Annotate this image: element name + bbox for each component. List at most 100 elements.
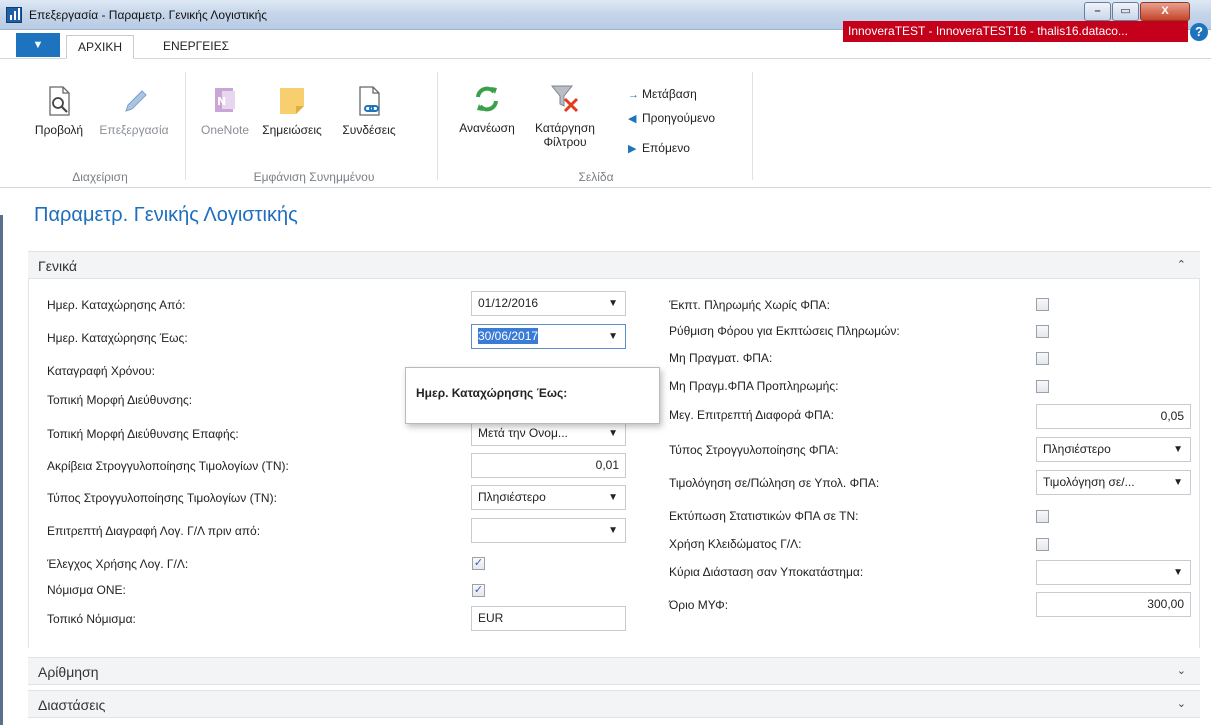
field-value: 0,01 [595,458,619,472]
refresh-button[interactable]: Ανανέωση [451,82,523,135]
onenote-label: OneNote [200,123,250,137]
field-value: Τιμολόγηση σε/... [1043,475,1135,489]
global-dimension-branch-select[interactable]: ▼ [1036,560,1191,585]
dropdown-arrow-icon: ▼ [608,331,618,342]
clear-filter-icon [548,82,582,116]
edit-button[interactable]: Επεξεργασία [96,84,172,137]
clear-filter-label-1: Κατάργηση [535,121,595,135]
next-button[interactable]: ▶ Επόμενο [628,141,690,155]
print-vat-specification-checkbox[interactable] [1036,510,1049,523]
company-banner[interactable]: InnoveraTEST - InnoveraTEST16 - thalis16… [843,21,1188,42]
payment-discount-excl-vat-checkbox[interactable] [1036,298,1049,311]
app-icon [6,7,22,23]
field-label: Ρύθμιση Φόρου για Εκπτώσεις Πληρωμών: [669,324,900,338]
document-link-icon [352,84,386,118]
dropdown-arrow-icon: ▼ [608,492,618,503]
pencil-icon [117,84,151,118]
triangle-left-icon: ◀ [628,113,637,125]
contact-address-format-select[interactable]: Μετά την Ονομ... ▼ [471,421,626,446]
tab-actions[interactable]: ΕΝΕΡΓΕΙΕΣ [152,35,240,59]
dropdown-arrow-icon: ▼ [608,298,618,309]
edit-label: Επεξεργασία [99,123,169,137]
section-title: Διαστάσεις [38,697,106,713]
previous-button[interactable]: ◀ Προηγούμενο [628,111,715,125]
group-separator [437,72,438,180]
section-general-header[interactable]: Γενικά ⌃ [28,251,1200,279]
field-label: Τοπικό Νόμισμα: [47,612,136,626]
field-label: Όριο ΜΥΦ: [669,598,729,612]
goto-button[interactable]: → Μετάβαση [628,87,697,101]
posting-from-date-input[interactable]: 01/12/2016 ▼ [471,291,626,316]
invoice-rounding-precision-input[interactable]: 0,01 [471,453,626,478]
view-button[interactable]: Προβολή [26,84,92,137]
clear-filter-button[interactable]: Κατάργηση Φίλτρου [527,82,603,149]
arrow-right-icon: → [628,89,639,101]
use-gl-lock-checkbox[interactable] [1036,538,1049,551]
posting-to-date-input[interactable]: 30/06/2017 ▼ [471,324,626,349]
maximize-button[interactable]: ▭ [1112,2,1139,21]
field-label: Έλεγχος Χρήσης Λογ. Γ/Λ: [47,557,189,571]
help-icon[interactable]: ? [1190,23,1208,41]
onenote-icon: N [208,84,242,118]
notes-button[interactable]: Σημειώσεις [252,84,332,137]
onenote-button[interactable]: N OneNote [192,84,258,137]
dropdown-arrow-icon: ▼ [608,428,618,439]
section-dimensions-header[interactable]: Διαστάσεις ⌄ [28,690,1200,718]
tab-home[interactable]: ΑΡΧΙΚΗ [66,35,135,59]
app-menu-button[interactable]: ▼ [16,33,60,57]
bill-to-sell-to-vat-select[interactable]: Τιμολόγηση σε/... ▼ [1036,470,1191,495]
section-title: Αρίθμηση [38,664,99,680]
field-value: EUR [478,611,504,625]
field-label: Τιμολόγηση σε/Πώληση σε Υπολ. ΦΠΑ: [669,476,880,490]
dropdown-arrow-icon: ▼ [1173,567,1183,578]
adjust-payment-discount-checkbox[interactable] [1036,325,1049,338]
field-label: Έκπτ. Πληρωμής Χωρίς ΦΠΑ: [669,298,830,312]
field-label: Τύπος Στρογγυλοποίησης ΦΠΑ: [669,443,839,457]
field-tooltip: Ημερ. Καταχώρησης Έως: [405,367,660,424]
group-separator [752,72,753,180]
field-value: Μετά την Ονομ... [478,426,568,440]
field-label: Χρήση Κλειδώματος Γ/Λ: [669,537,802,551]
notes-label: Σημειώσεις [262,123,322,137]
links-button[interactable]: Συνδέσεις [333,84,405,137]
previous-label: Προηγούμενο [642,111,716,125]
section-title: Γενικά [38,258,77,274]
page-title: Παραμετρ. Γενικής Λογιστικής [34,204,298,226]
ribbon: Προβολή Επεξεργασία Διαχείριση N OneNote… [0,60,1211,188]
field-value: 0,05 [1160,409,1184,423]
prepayment-unrealized-vat-checkbox[interactable] [1036,380,1049,393]
vat-rounding-type-select[interactable]: Πλησιέστερο ▼ [1036,437,1191,462]
group-label-page: Σελίδα [578,170,614,184]
field-label: Μεγ. Επιτρεπτή Διαφορά ΦΠΑ: [669,408,834,422]
emu-currency-checkbox[interactable]: ✓ [472,584,485,597]
note-icon [275,84,309,118]
unrealized-vat-checkbox[interactable] [1036,352,1049,365]
window-edge [0,215,3,725]
goto-label: Μετάβαση [642,87,697,101]
group-label-manage: Διαχείριση [72,170,128,184]
field-value: 300,00 [1147,597,1184,611]
check-gl-usage-checkbox[interactable]: ✓ [472,557,485,570]
document-magnifier-icon [42,84,76,118]
field-value: Πλησιέστερο [1043,442,1111,456]
invoice-rounding-type-select[interactable]: Πλησιέστερο ▼ [471,485,626,510]
close-button[interactable]: X [1140,2,1190,21]
chevron-down-icon: ⌄ [1176,665,1186,677]
field-label: Κύρια Διάσταση σαν Υποκατάστημα: [669,565,864,579]
field-label: Μη Πραγματ. ΦΠΑ: [669,351,773,365]
refresh-label: Ανανέωση [459,121,515,135]
field-label: Καταγραφή Χρόνου: [47,364,155,378]
svg-text:N: N [217,95,226,108]
field-label: Νόμισμα ΟΝΕ: [47,583,126,597]
links-label: Συνδέσεις [342,123,396,137]
max-vat-difference-input[interactable]: 0,05 [1036,404,1191,429]
field-label: Ημερ. Καταχώρησης Έως: [47,331,188,345]
section-numbering-header[interactable]: Αρίθμηση ⌄ [28,657,1200,685]
group-separator [185,72,186,180]
local-currency-input[interactable]: EUR [471,606,626,631]
minimize-button[interactable]: – [1084,2,1111,21]
dropdown-arrow-icon: ▼ [608,525,618,536]
myf-limit-input[interactable]: 300,00 [1036,592,1191,617]
group-label-attachments: Εμφάνιση Συνημμένου [253,170,375,184]
allow-gl-deletion-before-input[interactable]: ▼ [471,518,626,543]
